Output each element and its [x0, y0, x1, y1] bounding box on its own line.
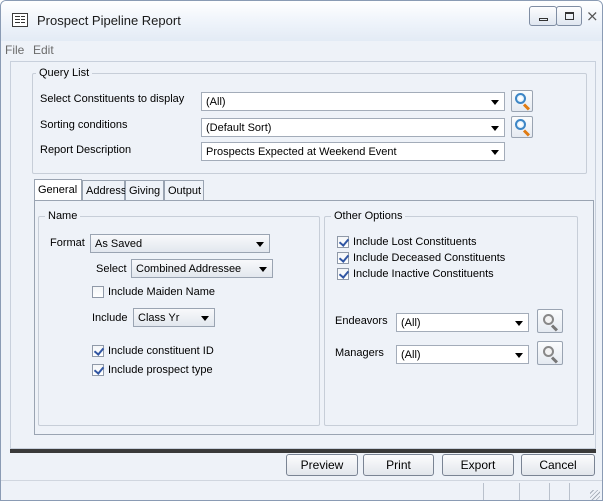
- tab-address[interactable]: Address: [82, 180, 126, 201]
- report-window: Prospect Pipeline Report ⨯ File Edit Que…: [0, 0, 603, 501]
- print-button[interactable]: Print: [363, 454, 434, 476]
- menu-bar: File Edit: [1, 41, 602, 59]
- constituents-value: (All): [206, 96, 226, 108]
- include-select[interactable]: Class Yr: [133, 308, 215, 327]
- dropdown-arrow-icon: [201, 316, 209, 321]
- checkbox-icon: [92, 286, 104, 298]
- managers-value: (All): [401, 349, 421, 361]
- name-group-label: Name: [45, 210, 81, 222]
- checkbox-icon: [92, 345, 104, 357]
- description-label: Report Description: [40, 144, 132, 156]
- include-deceased-label: Include Deceased Constituents: [353, 252, 506, 264]
- managers-search-button[interactable]: [537, 341, 563, 365]
- menu-edit[interactable]: Edit: [33, 43, 54, 57]
- export-button[interactable]: Export: [442, 454, 514, 476]
- endeavors-select[interactable]: (All): [396, 313, 529, 332]
- format-value: As Saved: [95, 238, 143, 250]
- managers-select[interactable]: (All): [396, 345, 529, 364]
- checkbox-icon: [92, 364, 104, 376]
- checkbox-icon: [337, 236, 349, 248]
- format-label: Format: [50, 237, 85, 249]
- dropdown-arrow-icon: [256, 242, 264, 247]
- other-options-label: Other Options: [331, 210, 406, 222]
- description-value: Prospects Expected at Weekend Event: [206, 146, 397, 158]
- include-constituent-id-label: Include constituent ID: [108, 345, 214, 357]
- tab-output[interactable]: Output: [164, 180, 204, 201]
- format-select[interactable]: As Saved: [90, 234, 270, 253]
- addressee-value: Combined Addressee: [136, 263, 242, 275]
- dropdown-arrow-icon: [491, 126, 499, 131]
- tab-giving[interactable]: Giving: [125, 180, 164, 201]
- description-select[interactable]: Prospects Expected at Weekend Event: [201, 142, 505, 161]
- maximize-button[interactable]: [556, 6, 582, 26]
- addressee-select[interactable]: Combined Addressee: [131, 259, 273, 278]
- separator-bar: [10, 449, 596, 453]
- dropdown-arrow-icon: [259, 267, 267, 272]
- sorting-select[interactable]: (Default Sort): [201, 118, 505, 137]
- endeavors-search-button[interactable]: [537, 309, 563, 333]
- cancel-button[interactable]: Cancel: [521, 454, 595, 476]
- include-prospect-type-label: Include prospect type: [108, 364, 213, 376]
- select-label: Select: [96, 263, 127, 275]
- status-pane-4: [569, 483, 589, 500]
- status-pane-3: [549, 483, 569, 500]
- endeavors-label: Endeavors: [335, 315, 388, 327]
- general-tab-page: Name Format As Saved Select Combined Add…: [34, 200, 594, 435]
- endeavors-value: (All): [401, 317, 421, 329]
- tab-general[interactable]: General: [34, 179, 82, 202]
- maximize-icon: [565, 12, 574, 20]
- status-pane-2: [519, 483, 549, 500]
- minimize-icon: [539, 18, 548, 21]
- include-value: Class Yr: [138, 312, 180, 324]
- status-pane-1: [483, 483, 519, 500]
- dropdown-arrow-icon: [491, 100, 499, 105]
- checkbox-icon: [337, 252, 349, 264]
- include-label: Include: [92, 312, 128, 324]
- dropdown-arrow-icon: [515, 353, 523, 358]
- minimize-button[interactable]: [529, 6, 557, 26]
- checkbox-icon: [337, 268, 349, 280]
- resize-grip-icon[interactable]: [590, 490, 600, 500]
- include-inactive-label: Include Inactive Constituents: [353, 268, 494, 280]
- close-icon: ⨯: [586, 8, 599, 25]
- constituents-search-button[interactable]: [511, 90, 533, 112]
- managers-label: Managers: [335, 347, 384, 359]
- close-button[interactable]: ⨯: [581, 6, 601, 26]
- query-list-label: Query List: [36, 67, 93, 79]
- title-bar[interactable]: Prospect Pipeline Report ⨯: [1, 1, 602, 41]
- constituents-label: Select Constituents to display: [40, 93, 185, 105]
- sorting-label: Sorting conditions: [40, 119, 128, 131]
- dropdown-arrow-icon: [491, 150, 499, 155]
- preview-button[interactable]: Preview: [286, 454, 358, 476]
- menu-file[interactable]: File: [5, 43, 24, 57]
- include-maiden-label: Include Maiden Name: [108, 286, 216, 298]
- status-bar: [1, 480, 602, 500]
- app-report-icon: [12, 13, 28, 27]
- constituents-select[interactable]: (All): [201, 92, 505, 111]
- window-title: Prospect Pipeline Report: [37, 13, 181, 28]
- sorting-search-button[interactable]: [511, 116, 533, 138]
- dropdown-arrow-icon: [515, 321, 523, 326]
- include-lost-label: Include Lost Constituents: [353, 236, 477, 248]
- sorting-value: (Default Sort): [206, 122, 272, 134]
